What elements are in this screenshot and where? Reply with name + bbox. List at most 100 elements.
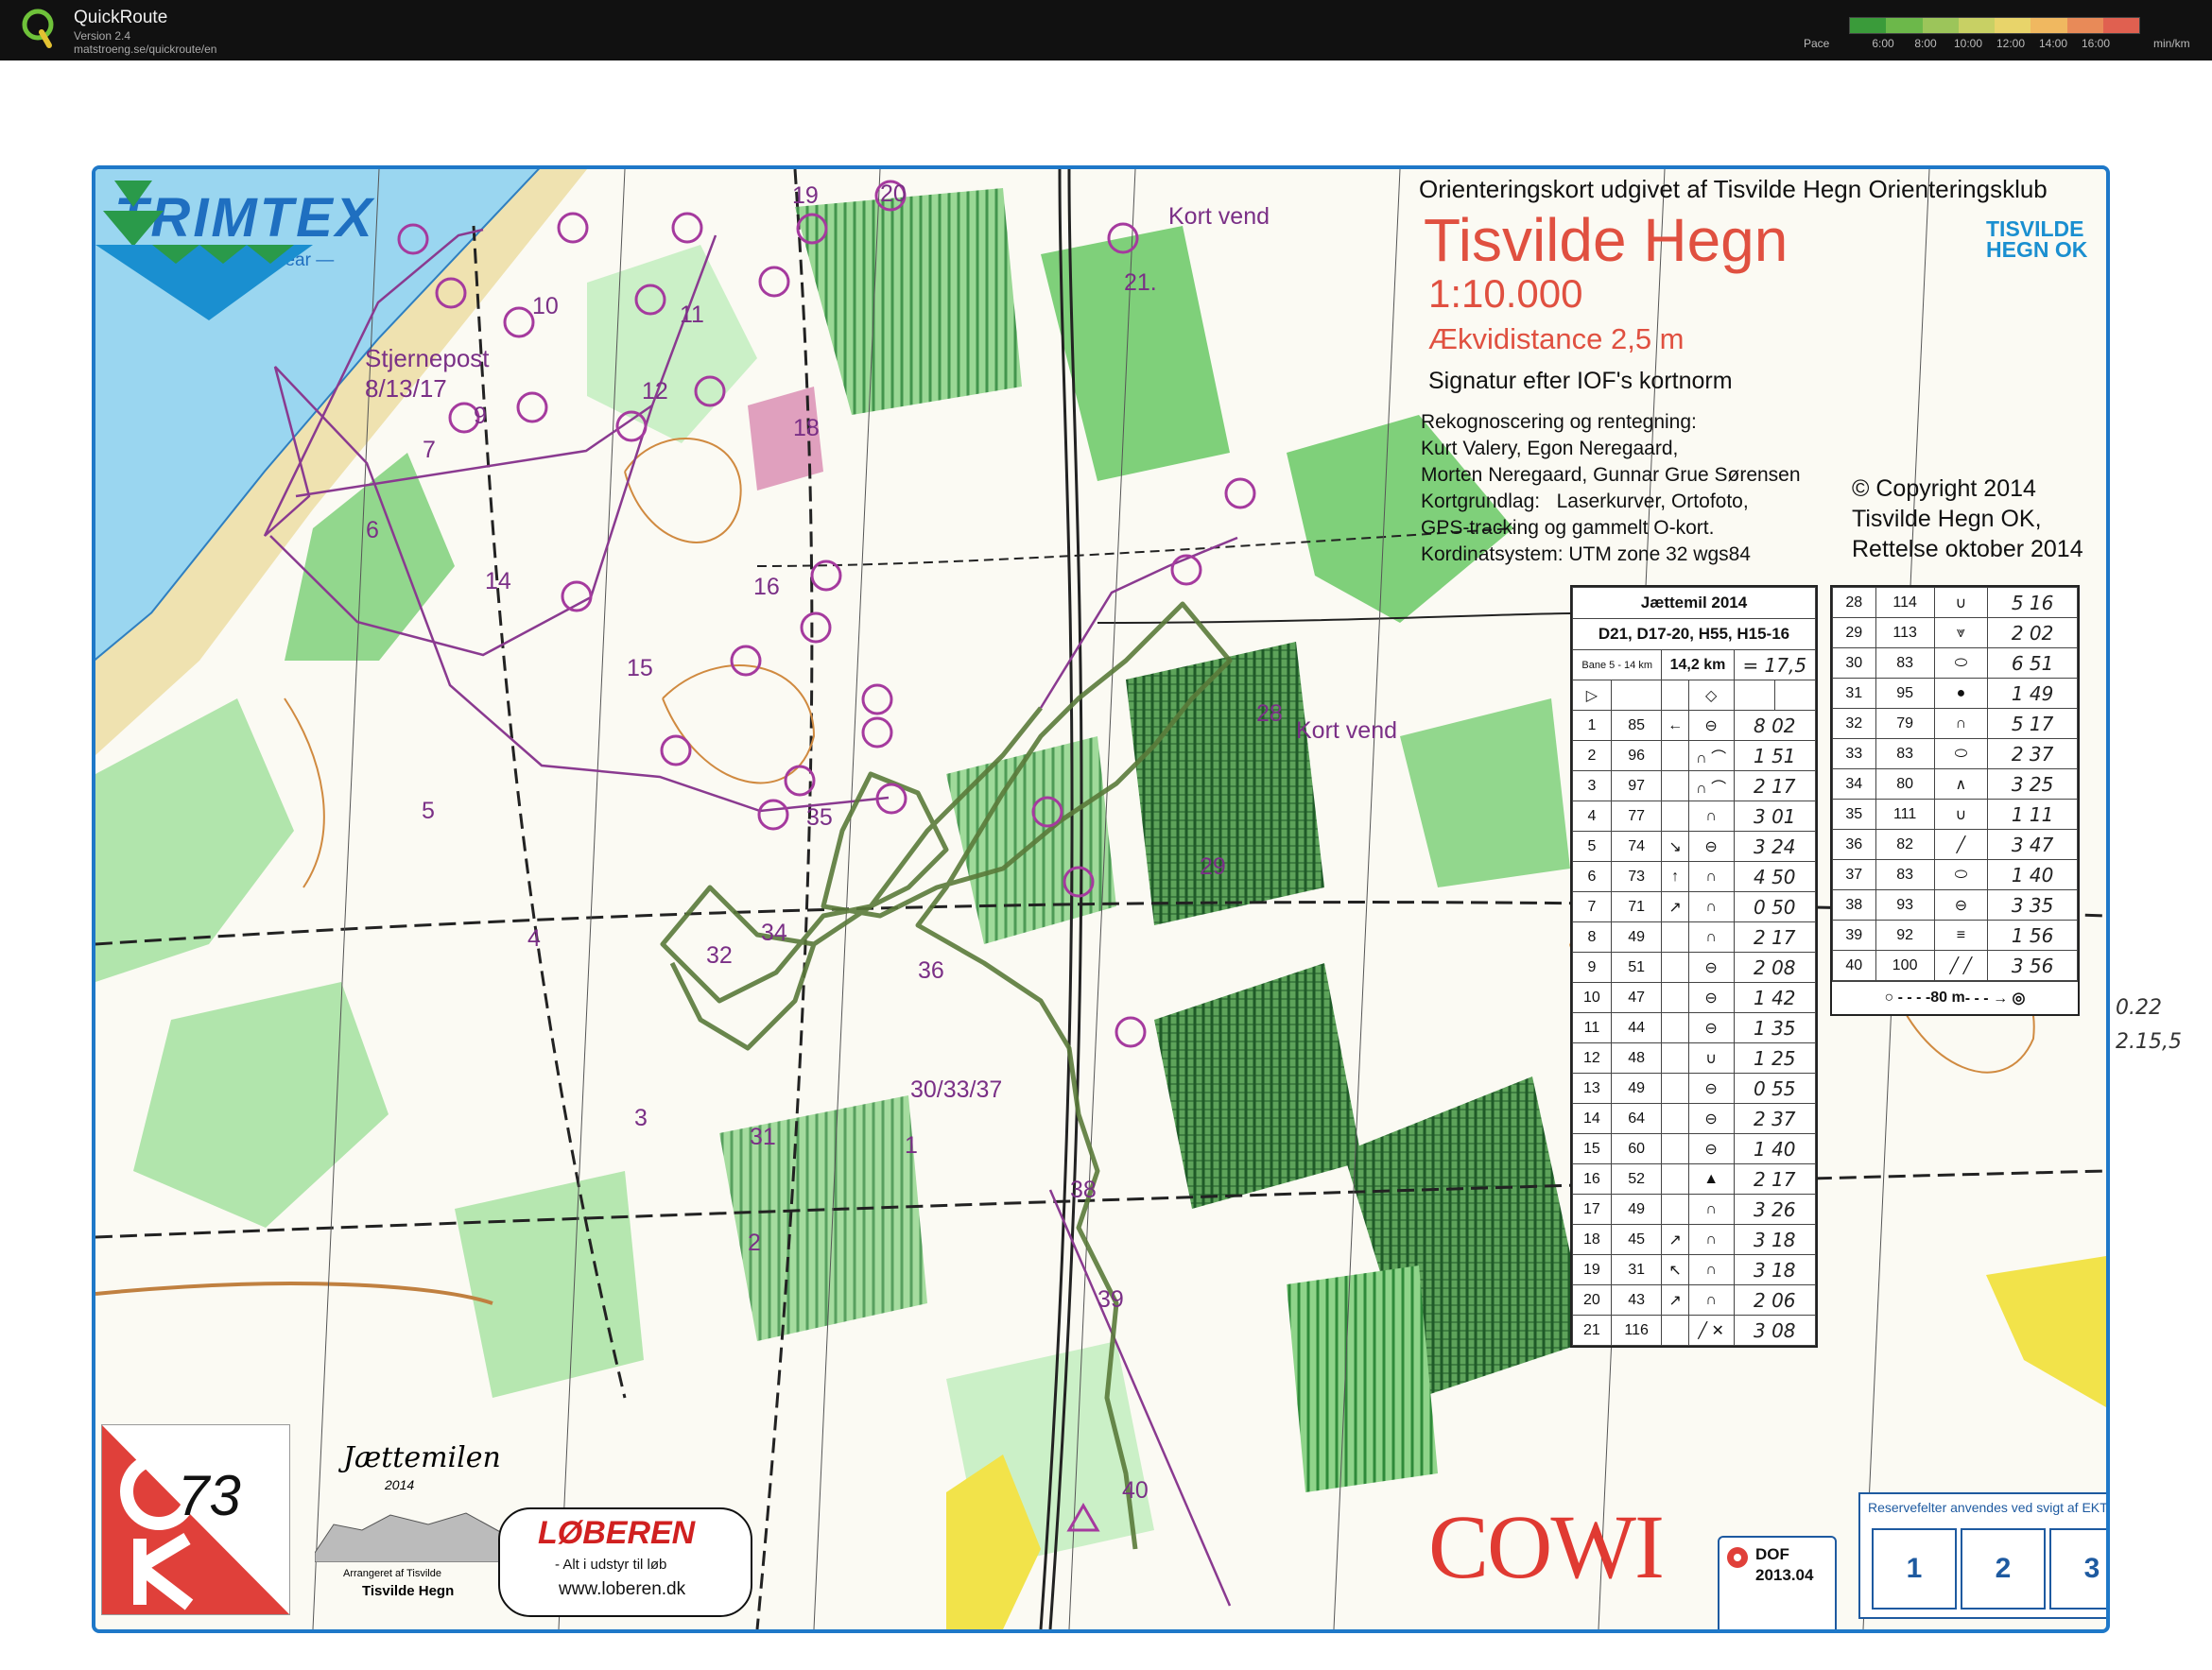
control-feature: ⊖ xyxy=(1687,831,1735,862)
control-feature: ∩ xyxy=(1687,1254,1735,1285)
control-number: 5 xyxy=(422,798,435,824)
pace-color-swatch xyxy=(1922,18,1959,33)
app-version: Version 2.4 xyxy=(74,29,131,43)
distance-to-finish: ○ - - - - 80 m - - - → ◎ xyxy=(1832,981,2078,1014)
description-row: 6 73 ↑ ∩ 4 50 xyxy=(1572,861,1817,892)
pace-color-swatch xyxy=(1886,18,1923,33)
map-note-kort-vend: Kort vend xyxy=(1168,203,1270,230)
description-row: 28 114 ∪ 5 16 xyxy=(1832,587,2078,618)
control-seq: 15 xyxy=(1572,1133,1612,1164)
pace-color-swatch xyxy=(1850,18,1887,33)
control-seq: 31 xyxy=(1832,678,1876,709)
jaettemilen-location: Tisvilde Hegn xyxy=(362,1583,455,1599)
description-row: 29 113 ⩔ 2 02 xyxy=(1832,617,2078,648)
control-feature: ∩ xyxy=(1687,921,1735,953)
split-time: 1 49 xyxy=(1987,678,2078,709)
control-code: 83 xyxy=(1875,647,1935,679)
control-seq: 30 xyxy=(1832,647,1876,679)
control-description-sheet-continued: 28 114 ∪ 5 16 29 113 ⩔ 2 02 30 83 ⬭ 6 51 31 95 ● 1 49 32… xyxy=(1830,585,2080,1016)
club-logo-text: TISVILDE HEGN OK xyxy=(1986,216,2088,262)
control-direction xyxy=(1661,801,1689,832)
control-seq: 20 xyxy=(1572,1284,1612,1316)
control-number: 40 xyxy=(1122,1477,1149,1504)
control-seq: 32 xyxy=(1832,708,1876,739)
split-time: 1 40 xyxy=(1733,1133,1817,1164)
description-row: 19 31 ↖ ∩ 3 18 xyxy=(1572,1254,1817,1285)
control-code: 114 xyxy=(1875,587,1935,618)
control-code: 93 xyxy=(1875,889,1935,921)
description-row: 17 49 ∩ 3 26 xyxy=(1572,1194,1817,1225)
control-code: 47 xyxy=(1610,982,1663,1013)
control-seq: 16 xyxy=(1572,1163,1612,1195)
control-code: 49 xyxy=(1610,1073,1663,1104)
control-code: 113 xyxy=(1875,617,1935,648)
split-time: 2 17 xyxy=(1733,921,1817,953)
description-row: 4 77 ∩ 3 01 xyxy=(1572,801,1817,832)
split-time: 2 06 xyxy=(1733,1284,1817,1316)
control-direction xyxy=(1661,1012,1689,1043)
split-time: 3 47 xyxy=(1987,829,2078,860)
control-number: 14 xyxy=(485,568,511,594)
control-direction xyxy=(1661,1194,1689,1225)
control-code: 52 xyxy=(1610,1163,1663,1195)
description-row: 37 83 ⬭ 1 40 xyxy=(1832,859,2078,890)
orienteering-map[interactable]: TRIMTEX — Custom sportswear — Stjernepos… xyxy=(92,165,2110,1633)
split-time: 3 01 xyxy=(1733,801,1817,832)
control-code: 43 xyxy=(1610,1284,1663,1316)
control-seq: 12 xyxy=(1572,1042,1612,1074)
description-row: 13 49 ⊖ 0 55 xyxy=(1572,1073,1817,1104)
control-feature: ⬭ xyxy=(1933,859,1989,890)
description-row: 7 71 ↗ ∩ 0 50 xyxy=(1572,891,1817,922)
control-number: 16 xyxy=(753,574,780,600)
description-row: 21 116 ╱ ✕ 3 08 xyxy=(1572,1315,1817,1346)
split-time: 1 51 xyxy=(1733,740,1817,771)
description-row: 30 83 ⬭ 6 51 xyxy=(1832,647,2078,679)
split-time: 1 11 xyxy=(1987,799,2078,830)
description-row: 9 51 ⊖ 2 08 xyxy=(1572,952,1817,983)
control-direction xyxy=(1661,921,1689,953)
split-time: 3 08 xyxy=(1733,1315,1817,1346)
control-seq: 29 xyxy=(1832,617,1876,648)
split-time: 3 18 xyxy=(1733,1224,1817,1255)
pace-color-swatch xyxy=(2066,18,2103,33)
star-post-label: Stjernepost 8/13/17 xyxy=(365,344,490,403)
map-scale: 1:10.000 xyxy=(1428,271,1583,316)
description-row: 36 82 ╱ 3 47 xyxy=(1832,829,2078,860)
control-direction xyxy=(1661,952,1689,983)
pace-tick: 8:00 xyxy=(1914,37,1937,50)
control-seq: 34 xyxy=(1832,768,1876,800)
description-row: 31 95 ● 1 49 xyxy=(1832,678,2078,709)
sponsor-ok73-logo: 73 xyxy=(101,1424,290,1615)
description-row: 15 60 ⊖ 1 40 xyxy=(1572,1133,1817,1164)
control-number: 34 xyxy=(761,920,787,946)
reserve-boxes: Reservefelter anvendes ved svigt af EKT … xyxy=(1858,1492,2106,1619)
control-seq: 6 xyxy=(1572,861,1612,892)
app-url[interactable]: matstroeng.se/quickroute/en xyxy=(74,43,216,56)
description-row: 3 97 ∩ ⌒ 2 17 xyxy=(1572,770,1817,801)
control-feature: ⊖ xyxy=(1687,1103,1735,1134)
control-feature: ∩ ⌒ xyxy=(1687,770,1735,801)
control-feature: ⊖ xyxy=(1687,982,1735,1013)
split-time: 1 40 xyxy=(1987,859,2078,890)
description-row: 5 74 ↘ ⊖ 3 24 xyxy=(1572,831,1817,862)
sponsor-loberen[interactable]: LØBEREN - Alt i udstyr til løb www.lober… xyxy=(498,1507,752,1617)
pace-tick: 6:00 xyxy=(1872,37,1894,50)
control-number: 32 xyxy=(706,942,733,969)
split-time: 1 56 xyxy=(1987,920,2078,951)
control-number: 38 xyxy=(1070,1177,1097,1203)
control-feature: ∩ xyxy=(1687,1194,1735,1225)
control-seq: 3 xyxy=(1572,770,1612,801)
handwritten-note: 2.15,5 xyxy=(2116,1030,2182,1054)
control-feature: ∩ xyxy=(1687,801,1735,832)
loberen-url[interactable]: www.loberen.dk xyxy=(559,1579,685,1600)
control-direction: ↖ xyxy=(1661,1254,1689,1285)
description-row: 12 48 ∪ 1 25 xyxy=(1572,1042,1817,1074)
control-direction xyxy=(1661,1315,1689,1346)
sheet-length: 14,2 km xyxy=(1661,649,1735,680)
control-direction xyxy=(1661,770,1689,801)
dof-code: 2013.04 xyxy=(1755,1566,1814,1584)
map-credits: Rekognoscering og rentegning: Kurt Valer… xyxy=(1421,411,1801,565)
split-time: 3 26 xyxy=(1733,1194,1817,1225)
description-row: 2 96 ∩ ⌒ 1 51 xyxy=(1572,740,1817,771)
control-feature: ∩ xyxy=(1687,1284,1735,1316)
